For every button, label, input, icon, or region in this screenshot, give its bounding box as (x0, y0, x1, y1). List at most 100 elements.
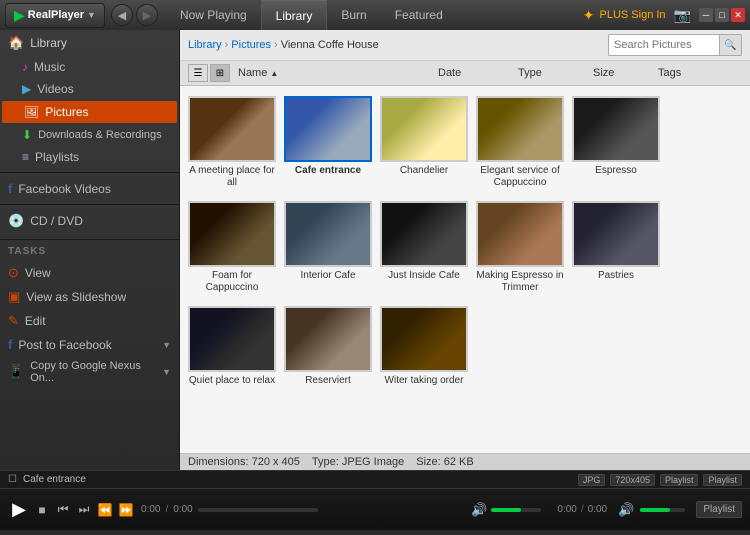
music-icon: ♪ (22, 60, 28, 74)
thumb-item[interactable]: Elegant service of Cappuccino (476, 96, 564, 189)
list-view-button[interactable]: ☰ (188, 64, 208, 82)
sidebar-item-edit[interactable]: ✎ Edit (0, 309, 179, 333)
sidebar-item-playlists[interactable]: ≡ Playlists (0, 146, 179, 168)
bottom-info-strip: ☐ Cafe entrance JPG 720x405 Playlist Pla… (0, 470, 750, 488)
breadcrumb-bar: Library › Pictures › Vienna Coffe House … (180, 30, 750, 61)
grid-view-button[interactable]: ⊞ (210, 64, 230, 82)
sidebar-item-videos[interactable]: ▶ Videos (0, 78, 179, 100)
edit-icon: ✎ (8, 313, 19, 329)
next-button[interactable]: ⏭ (75, 501, 93, 519)
mute-button[interactable]: 🔊 (471, 502, 487, 518)
close-button[interactable]: ✕ (731, 8, 745, 22)
thumb-label-10: Pastries (598, 270, 634, 281)
thumb-label-2: Cafe entrance (295, 165, 361, 176)
sidebar-sep-3 (0, 239, 179, 240)
sidebar-sep-2 (0, 204, 179, 205)
player-bar: ▶ ■ ⏮ ⏭ ⏪ ⏩ 0:00 / 0:00 🔊 0:00 / 0:00 🔊 … (0, 488, 750, 530)
grid-row-2: Foam for Cappuccino Interior Cafe Just I… (188, 201, 742, 294)
minimize-button[interactable]: ─ (699, 8, 713, 22)
play-button[interactable]: ▶ (8, 499, 30, 521)
thumb-label-13: Witer taking order (385, 375, 464, 387)
copy-dropdown-arrow[interactable]: ▼ (162, 367, 171, 377)
post-icon: f (8, 337, 12, 352)
col-type-header[interactable]: Type (518, 67, 593, 79)
sidebar-item-pictures[interactable]: 🖼 Pictures (2, 101, 177, 123)
thumb-item[interactable]: Reserviert (284, 306, 372, 387)
col-name-header[interactable]: Name ▲ (238, 67, 438, 79)
sidebar-item-library[interactable]: 🏠 Library (0, 30, 179, 56)
thumb-img-13 (380, 306, 468, 372)
sidebar-item-copy[interactable]: 📱 Copy to Google Nexus On... ▼ (0, 356, 179, 388)
nav-forward-button[interactable]: ▶ (136, 4, 158, 26)
thumb-img-7 (284, 201, 372, 267)
thumb-item[interactable]: Witer taking order (380, 306, 468, 387)
tab-burn[interactable]: Burn (327, 0, 380, 30)
sidebar-item-dvd[interactable]: 💿 CD / DVD (0, 209, 179, 233)
playlist-button[interactable]: Playlist (696, 501, 742, 518)
time-total: 0:00 (173, 504, 192, 515)
playlist-badge-2[interactable]: Playlist (703, 474, 742, 486)
plus-signin-button[interactable]: ✦ PLUS Sign In (583, 7, 666, 24)
main-layout: 🏠 Library ♪ Music ▶ Videos 🖼 Pictures ⬇ … (0, 30, 750, 470)
thumb-img-1 (188, 96, 276, 162)
format-badge: JPG (578, 474, 606, 486)
maximize-button[interactable]: □ (715, 8, 729, 22)
library-icon: 🏠 (8, 35, 24, 51)
volume-bar-2[interactable] (640, 508, 685, 512)
playlist-badge-1[interactable]: Playlist (660, 474, 699, 486)
breadcrumb-library[interactable]: Library (188, 39, 222, 51)
thumb-item[interactable]: Foam for Cappuccino (188, 201, 276, 294)
thumb-item[interactable]: Interior Cafe (284, 201, 372, 294)
time-display-3: 0:00 (588, 504, 607, 515)
thumb-item[interactable]: Espresso (572, 96, 660, 189)
nav-back-button[interactable]: ◀ (111, 4, 133, 26)
sidebar-item-facebook[interactable]: f Facebook Videos (0, 177, 179, 200)
thumb-img-9 (476, 201, 564, 267)
search-input[interactable] (609, 37, 719, 53)
time-current: 0:00 (141, 504, 160, 515)
pictures-icon: 🖼 (24, 105, 39, 119)
column-headers: ☰ ⊞ Name ▲ Date Type Size Tags (180, 61, 750, 86)
thumb-img-10 (572, 201, 660, 267)
thumb-item[interactable]: Pastries (572, 201, 660, 294)
content-area: Library › Pictures › Vienna Coffe House … (180, 30, 750, 470)
thumb-item-selected[interactable]: Cafe entrance (284, 96, 372, 189)
thumb-item[interactable]: Making Espresso in Trimmer (476, 201, 564, 294)
sidebar-item-view[interactable]: ⊙ View (0, 261, 179, 285)
thumb-img-5 (572, 96, 660, 162)
forward-button[interactable]: ⏩ (117, 501, 135, 519)
thumb-img-6 (188, 201, 276, 267)
volume-icon-2[interactable]: 🔊 (618, 502, 634, 518)
tab-now-playing[interactable]: Now Playing (166, 0, 261, 30)
breadcrumb-sep-1: › (225, 39, 229, 51)
search-button[interactable]: 🔍 (719, 35, 741, 55)
thumb-item[interactable]: Just Inside Cafe (380, 201, 468, 294)
status-bar: Dimensions: 720 x 405 Type: JPEG Image S… (180, 453, 750, 470)
camera-icon-button[interactable]: 📷 (674, 7, 691, 24)
sidebar: 🏠 Library ♪ Music ▶ Videos 🖼 Pictures ⬇ … (0, 30, 180, 470)
time-display-2: 0:00 (557, 504, 576, 515)
col-size-header[interactable]: Size (593, 67, 658, 79)
tab-featured[interactable]: Featured (381, 0, 457, 30)
checkbox-icon[interactable]: ☐ (8, 474, 17, 485)
post-dropdown-arrow[interactable]: ▼ (162, 340, 171, 350)
rewind-button[interactable]: ⏪ (96, 501, 114, 519)
tab-library[interactable]: Library (261, 0, 328, 30)
resolution-badge: 720x405 (610, 474, 655, 486)
col-date-header[interactable]: Date (438, 67, 518, 79)
thumb-item[interactable]: Quiet place to relax (188, 306, 276, 387)
breadcrumb-pictures[interactable]: Pictures (231, 39, 271, 51)
progress-bar[interactable] (198, 508, 318, 512)
sidebar-item-music[interactable]: ♪ Music (0, 56, 179, 78)
sidebar-item-post[interactable]: f Post to Facebook ▼ (0, 333, 179, 356)
stop-button[interactable]: ■ (33, 501, 51, 519)
volume-bar[interactable] (491, 508, 541, 512)
sidebar-item-slideshow[interactable]: ▣ View as Slideshow (0, 285, 179, 309)
thumb-item[interactable]: A meeting place for all (188, 96, 276, 189)
col-tags-header[interactable]: Tags (658, 67, 742, 79)
thumb-label-7: Interior Cafe (300, 270, 355, 281)
sidebar-item-downloads[interactable]: ⬇ Downloads & Recordings (0, 124, 179, 146)
thumb-item[interactable]: Chandelier (380, 96, 468, 189)
prev-button[interactable]: ⏮ (54, 501, 72, 519)
logo-button[interactable]: ▶ RealPlayer ▼ (5, 3, 105, 28)
